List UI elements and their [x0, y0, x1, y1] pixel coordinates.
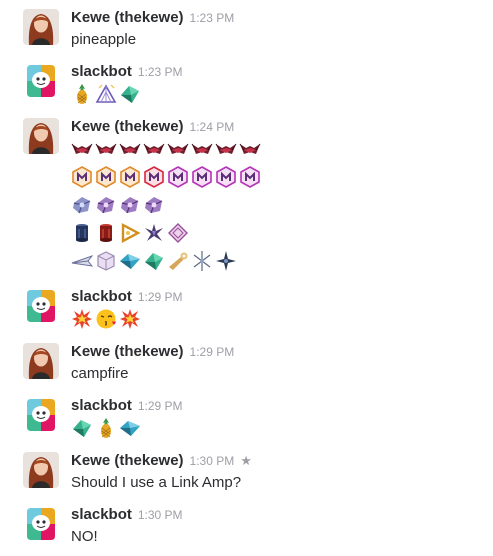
- collision-emoji: [119, 308, 141, 330]
- ship-red-emoji: [191, 138, 213, 160]
- gem-ship-emoji: [71, 417, 93, 439]
- sender-name[interactable]: Kewe (thekewe): [71, 9, 184, 26]
- gem-ship-emoji: [119, 83, 141, 105]
- emoji-row: [71, 83, 141, 107]
- timestamp[interactable]: 1:23 PM: [138, 65, 183, 79]
- ship-red-emoji: [143, 138, 165, 160]
- emoji-row: [71, 138, 261, 162]
- ship-red-emoji: [119, 138, 141, 160]
- emoji-row: [71, 222, 189, 246]
- ship-red-emoji: [239, 138, 261, 160]
- sender-name[interactable]: Kewe (thekewe): [71, 343, 184, 360]
- green-ship-emoji: [143, 250, 165, 272]
- hex-badge-magenta-emoji: [167, 166, 189, 188]
- hex-badge-magenta-emoji: [239, 166, 261, 188]
- message-text: pineapple: [71, 31, 137, 48]
- emoji-row: [71, 194, 165, 218]
- collision-emoji: [71, 308, 93, 330]
- avatar[interactable]: [23, 63, 59, 99]
- sender-name[interactable]: slackbot: [71, 506, 132, 523]
- timestamp[interactable]: 1:29 PM: [190, 345, 235, 359]
- pineapple-emoji: [71, 83, 93, 105]
- sender-name[interactable]: Kewe (thekewe): [71, 452, 184, 469]
- message-header: Kewe (thekewe) 1:23 PM: [71, 9, 234, 29]
- hex-badge-red-emoji: [143, 166, 165, 188]
- avatar[interactable]: [23, 452, 59, 488]
- message-header: slackbot 1:23 PM: [71, 63, 183, 83]
- cylinder-blue-emoji: [71, 222, 93, 244]
- timestamp[interactable]: 1:30 PM: [190, 454, 235, 468]
- message-header: slackbot 1:29 PM: [71, 288, 183, 308]
- pyramid-emoji: [95, 83, 117, 105]
- ship-red-emoji: [95, 138, 117, 160]
- avatar[interactable]: [23, 118, 59, 154]
- message-text: NO!: [71, 528, 98, 545]
- avatar[interactable]: [23, 397, 59, 433]
- hex-badge-magenta-emoji: [215, 166, 237, 188]
- hex-badge-gold-emoji: [119, 166, 141, 188]
- crystal-purple-emoji: [119, 194, 141, 216]
- timestamp[interactable]: 1:30 PM: [138, 508, 183, 522]
- timestamp[interactable]: 1:29 PM: [138, 399, 183, 413]
- star-icon[interactable]: ★: [240, 453, 252, 468]
- hex-badge-magenta-emoji: [191, 166, 213, 188]
- message-header: Kewe (thekewe) 1:24 PM: [71, 118, 234, 138]
- message-header: Kewe (thekewe) 1:30 PM ★: [71, 452, 252, 472]
- hex-badge-gold-emoji: [71, 166, 93, 188]
- cube-emoji: [95, 250, 117, 272]
- sender-name[interactable]: slackbot: [71, 288, 132, 305]
- sender-name[interactable]: Kewe (thekewe): [71, 118, 184, 135]
- shard-purple-emoji: [143, 222, 165, 244]
- message-header: slackbot 1:30 PM: [71, 506, 183, 526]
- wrench-emoji: [167, 250, 189, 272]
- arrow-ship-emoji: [71, 250, 93, 272]
- avatar[interactable]: [23, 288, 59, 324]
- avatar[interactable]: [23, 343, 59, 379]
- sender-name[interactable]: slackbot: [71, 397, 132, 414]
- hex-badge-gold-emoji: [95, 166, 117, 188]
- spark-emoji: [191, 250, 213, 272]
- emoji-row: [71, 250, 237, 274]
- crystal-purple-emoji: [143, 194, 165, 216]
- kissing-face-emoji: [95, 308, 117, 330]
- message-text: Should I use a Link Amp?: [71, 474, 242, 491]
- message-header: slackbot 1:29 PM: [71, 397, 183, 417]
- message-header: Kewe (thekewe) 1:29 PM: [71, 343, 234, 363]
- timestamp[interactable]: 1:29 PM: [138, 290, 183, 304]
- message-text: campfire: [71, 365, 129, 382]
- teal-ship-emoji: [119, 417, 141, 439]
- teal-ship-emoji: [119, 250, 141, 272]
- emoji-row: [71, 308, 141, 332]
- diamond-pink-emoji: [167, 222, 189, 244]
- timestamp[interactable]: 1:24 PM: [190, 120, 235, 134]
- crystal-purple-emoji: [95, 194, 117, 216]
- star-ship-emoji: [215, 250, 237, 272]
- avatar[interactable]: [23, 506, 59, 542]
- pineapple-emoji: [95, 417, 117, 439]
- crystal-blue-emoji: [71, 194, 93, 216]
- ship-red-emoji: [167, 138, 189, 160]
- cylinder-red-emoji: [95, 222, 117, 244]
- ship-red-emoji: [71, 138, 93, 160]
- sender-name[interactable]: slackbot: [71, 63, 132, 80]
- emoji-row: [71, 166, 261, 190]
- timestamp[interactable]: 1:23 PM: [190, 11, 235, 25]
- emoji-row: [71, 417, 141, 441]
- ship-red-emoji: [215, 138, 237, 160]
- triangle-gold-emoji: [119, 222, 141, 244]
- avatar[interactable]: [23, 9, 59, 45]
